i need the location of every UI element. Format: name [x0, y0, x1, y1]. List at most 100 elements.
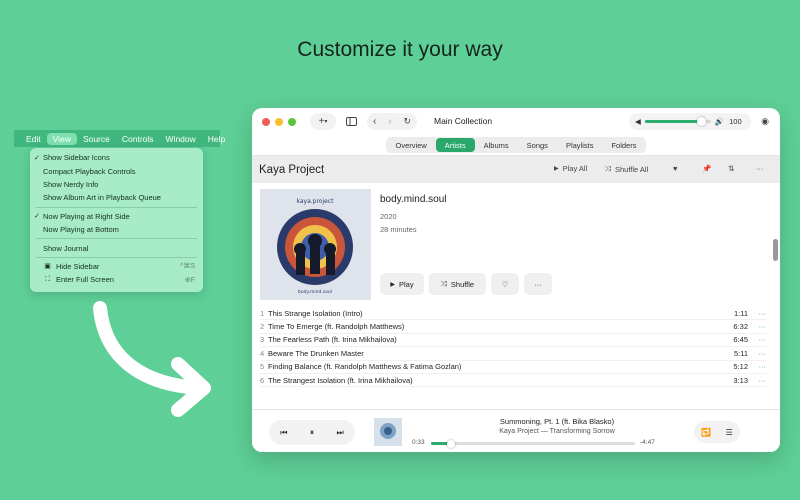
progress-knob[interactable]	[447, 439, 456, 448]
menu-item-full-screen[interactable]: ⛶ Enter Full Screen ⊕F	[30, 273, 203, 286]
tab-overview[interactable]: Overview	[387, 138, 436, 152]
airplay-icon: ◉	[761, 116, 769, 126]
speaker-high-icon: 🔊	[714, 117, 725, 126]
menu-item-now-playing-bottom[interactable]: Now Playing at Bottom	[30, 223, 203, 236]
artwork-image	[374, 418, 402, 446]
next-track-button[interactable]: ⏭	[337, 428, 344, 438]
shuffle-all-button[interactable]: ⤨ Shuffle All	[605, 164, 648, 174]
track-row[interactable]: 1 This Strange Isolation (Intro) 1:11 ···	[260, 307, 767, 321]
menu-source[interactable]: Source	[77, 133, 116, 145]
track-more-button[interactable]: ···	[748, 322, 767, 331]
menu-window[interactable]: Window	[160, 133, 202, 145]
album-shuffle-button[interactable]: ⤨ Shuffle	[429, 273, 486, 295]
curved-arrow-icon	[93, 301, 211, 417]
queue-list-button[interactable]: ☰	[726, 428, 733, 437]
track-row[interactable]: 5 Finding Balance (ft. Randolph Matthews …	[260, 361, 766, 374]
track-title: The Strangest Isolation (ft. Irina Mikha…	[268, 375, 413, 385]
tab-artists[interactable]: Artists	[435, 138, 475, 152]
fullscreen-icon: ⛶	[45, 275, 50, 283]
track-number: 5	[260, 362, 265, 372]
track-title: This Strange Isolation (Intro)	[268, 308, 363, 318]
zoom-window-button[interactable]	[288, 117, 296, 126]
menu-item-show-nerdy-info[interactable]: Show Nerdy Info	[30, 178, 203, 191]
track-duration: 6:45	[733, 335, 748, 345]
volume-value: 100	[729, 117, 742, 126]
heart-icon: ♥	[673, 164, 678, 173]
play-all-button[interactable]: ▶ Play All	[554, 164, 587, 173]
app-window: + ▾ ‹ › ↻ Main Collection ◀ 🔊 100 ◉ Overv…	[252, 108, 780, 452]
menu-edit[interactable]: Edit	[20, 133, 47, 145]
volume-control[interactable]: ◀ 🔊 100	[629, 113, 751, 130]
sort-icon: ⇅	[728, 164, 735, 173]
cover-album-text: body.mind.soul	[298, 289, 332, 295]
album-title: body.mind.soul	[380, 194, 447, 205]
forward-button[interactable]: ›	[388, 116, 391, 127]
now-playing-subtitle: Kaya Project — Transforming Sorrow	[499, 428, 615, 435]
pause-button[interactable]: ⏸	[310, 428, 314, 438]
reload-icon[interactable]: ↻	[403, 116, 411, 127]
shuffle-icon: ⤨	[440, 279, 447, 288]
track-more-button[interactable]: ···	[748, 376, 767, 385]
add-menu-button[interactable]: + ▾	[310, 113, 336, 130]
menu-view[interactable]: View	[46, 132, 77, 145]
pin-icon: 📌	[702, 164, 712, 173]
cover-artist-text: kaya.project	[296, 198, 334, 205]
speaker-low-icon: ◀	[635, 117, 641, 126]
volume-knob[interactable]	[696, 117, 706, 126]
more-button[interactable]: ···	[756, 164, 764, 173]
view-tabs: Overview Artists Albums Songs Playlists …	[385, 137, 647, 153]
previous-track-button[interactable]: ⏮	[280, 428, 287, 438]
menu-help[interactable]: Help	[202, 133, 231, 145]
tab-songs[interactable]: Songs	[518, 138, 557, 152]
remaining-time: -4:47	[640, 439, 655, 446]
menu-item-now-playing-right[interactable]: ✓ Now Playing at Right Side	[30, 210, 203, 223]
menu-item-album-art-queue[interactable]: Show Album Art in Playback Queue	[30, 191, 203, 204]
track-more-button[interactable]: ···	[748, 362, 767, 371]
menu-controls[interactable]: Controls	[116, 133, 160, 145]
queue-controls: 🔁 ☰	[694, 421, 740, 443]
track-row[interactable]: 4 Beware The Drunken Master 5:11 ···	[260, 347, 767, 361]
album-cover[interactable]: kaya.project body.mind.soul	[260, 189, 371, 300]
scrollbar[interactable]	[773, 239, 778, 261]
title-bar: + ▾ ‹ › ↻ Main Collection ◀ 🔊 100 ◉	[252, 108, 780, 135]
favorite-artist-button[interactable]: ♥	[673, 164, 677, 173]
tab-folders[interactable]: Folders	[602, 138, 645, 152]
track-row[interactable]: 6 The Strangest Isolation (ft. Irina Mikh…	[260, 374, 767, 388]
track-row[interactable]: 2 Time To Emerge (ft. Randolph Matthews) 6…	[260, 320, 767, 334]
menu-item-hide-sidebar[interactable]: ▣ Hide Sidebar ^⌘S	[30, 260, 203, 273]
close-window-button[interactable]	[262, 117, 270, 126]
volume-slider[interactable]	[644, 117, 711, 126]
tab-albums[interactable]: Albums	[475, 138, 518, 152]
repeat-button[interactable]: 🔁	[701, 428, 711, 437]
tab-playlists[interactable]: Playlists	[557, 138, 603, 152]
sidebar-icon: ▣	[44, 263, 51, 271]
menu-item-show-journal[interactable]: Show Journal	[30, 241, 203, 254]
album-play-button[interactable]: ▶ Play	[380, 273, 424, 295]
checkmark-icon: ✓	[34, 154, 40, 162]
menu-item-show-sidebar-icons[interactable]: ✓ Show Sidebar Icons	[30, 151, 203, 164]
track-more-button[interactable]: ···	[748, 335, 767, 344]
track-row[interactable]: 3 The Fearless Path (ft. Irina Mikhailova…	[260, 334, 767, 348]
album-art-image: kaya.project body.mind.soul	[260, 189, 371, 300]
toggle-sidebar-button[interactable]	[341, 113, 361, 130]
navigation-group: ‹ › ↻	[367, 113, 417, 130]
pin-button[interactable]: 📌	[702, 164, 711, 173]
menu-separator	[36, 256, 197, 258]
view-menu: ✓ Show Sidebar Icons Compact Playback Con…	[30, 148, 203, 292]
progress-bar[interactable]	[431, 439, 635, 448]
back-button[interactable]: ‹	[373, 116, 376, 127]
menu-item-compact-playback[interactable]: Compact Playback Controls	[30, 164, 203, 177]
minimize-window-button[interactable]	[275, 117, 283, 126]
airplay-button[interactable]: ◉	[758, 113, 772, 130]
chevron-down-icon: ▾	[324, 119, 328, 125]
track-number: 3	[260, 335, 265, 345]
track-more-button[interactable]: ···	[748, 349, 767, 358]
artist-header: Kaya Project ▶ Play All ⤨ Shuffle All ♥ 📌 …	[252, 156, 780, 183]
sort-button[interactable]: ⇅	[728, 164, 734, 173]
now-playing-artwork[interactable]	[374, 418, 402, 446]
window-title: Main Collection	[434, 116, 493, 126]
tabs-row: Overview Artists Albums Songs Playlists …	[252, 135, 780, 156]
album-more-button[interactable]: ···	[524, 273, 552, 295]
album-favorite-button[interactable]: ♡	[491, 273, 519, 295]
track-more-button[interactable]: ···	[748, 309, 767, 318]
